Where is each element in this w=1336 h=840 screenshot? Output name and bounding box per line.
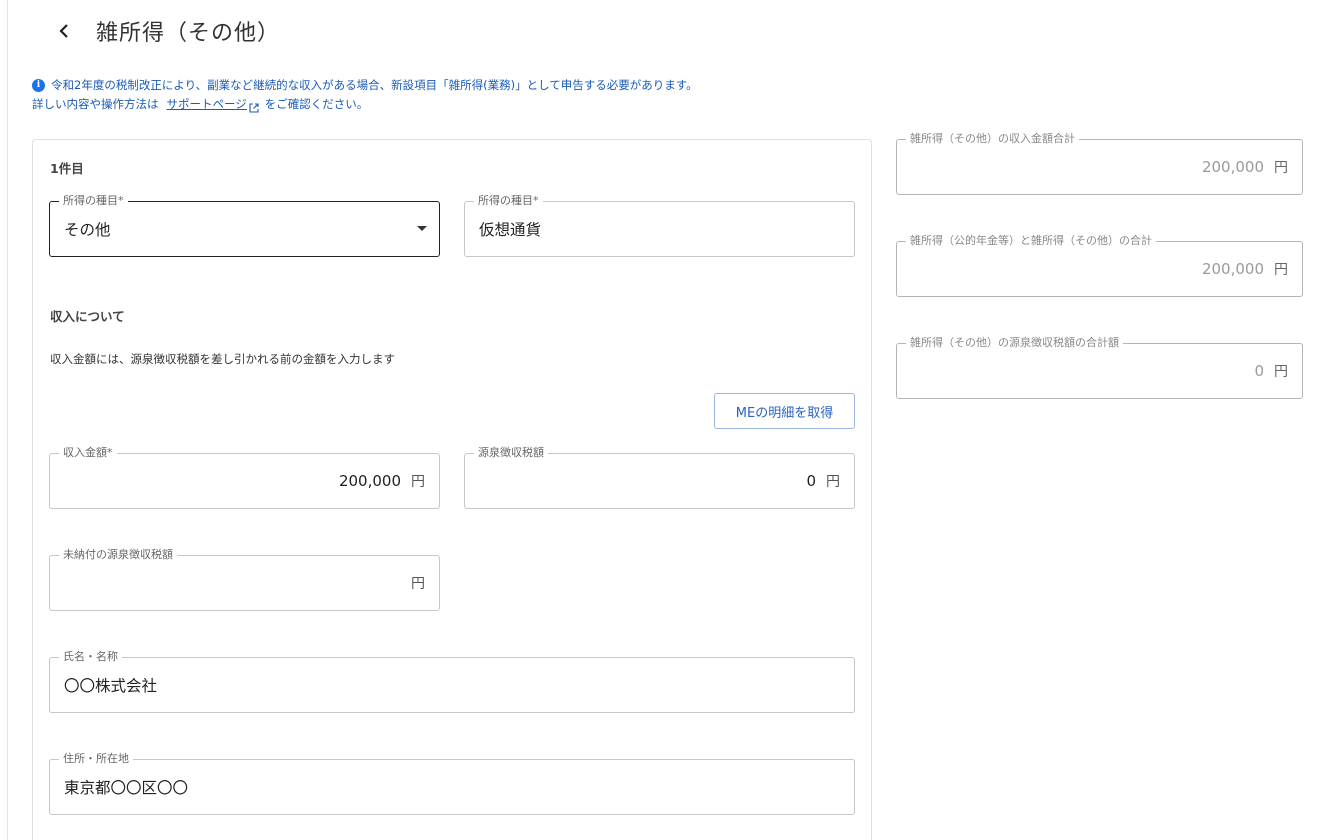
income-kind-input[interactable]: 所得の種目* 仮想通貨 (464, 194, 855, 257)
notice-text-2-prefix: 詳しい内容や操作方法は (32, 97, 159, 111)
withholding-total-field: 雑所得（その他）の源泉徴収税額の合計額 0 円 (896, 336, 1303, 399)
withholding-total-label: 雑所得（その他）の源泉徴収税額の合計額 (906, 336, 1123, 350)
income-kind-input-value: 仮想通貨 (479, 221, 542, 239)
yen-unit: 円 (411, 576, 425, 592)
revenue-amount-input[interactable]: 収入金額* 200,000 円 (49, 446, 440, 509)
caret-down-icon[interactable] (417, 226, 427, 231)
fetch-me-details-button[interactable]: MEの明細を取得 (714, 393, 855, 429)
unpaid-withholding-input[interactable]: 未納付の源泉徴収税額 円 (49, 548, 440, 611)
revenue-section-title: 収入について (50, 309, 125, 324)
yen-unit: 円 (826, 474, 840, 490)
income-entry-card: 1件目 所得の種目* その他 所得の種目* 仮想通貨 収入について 収入金額には… (32, 139, 872, 840)
notice-line-2: 詳しい内容や操作方法は サポートページ をご確認ください。 (32, 95, 698, 114)
combined-income-total-value: 200,000 (1201, 260, 1264, 278)
combined-income-total-label: 雑所得（公的年金等）と雑所得（その他）の合計 (906, 234, 1156, 248)
external-link-icon (249, 100, 259, 113)
payer-name-value: 〇〇株式会社 (64, 677, 158, 695)
chevron-left-icon[interactable] (50, 17, 78, 45)
notice-line-1: i 令和2年度の税制改正により、副業など継続的な収入がある場合、新設項目「雑所得… (32, 76, 698, 95)
page-header: 雑所得（その他） (50, 14, 280, 48)
other-income-total-label: 雑所得（その他）の収入金額合計 (906, 132, 1079, 146)
yen-unit: 円 (1274, 160, 1288, 176)
withholding-tax-input[interactable]: 源泉徴収税額 0 円 (464, 446, 855, 509)
unpaid-withholding-value-wrap: 円 (401, 556, 425, 610)
left-divider (7, 0, 8, 840)
notice-text-1: 令和2年度の税制改正により、副業など継続的な収入がある場合、新設項目「雑所得(業… (51, 78, 698, 92)
payer-name-input[interactable]: 氏名・名称 〇〇株式会社 (49, 650, 855, 713)
revenue-amount-value-wrap: 200,000 円 (339, 454, 425, 508)
payer-address-input[interactable]: 住所・所在地 東京都〇〇区〇〇 (49, 752, 855, 815)
withholding-total-value: 0 (1254, 362, 1264, 380)
notice-text-2-suffix: をご確認ください。 (264, 97, 369, 111)
revenue-section-description: 収入金額には、源泉徴収税額を差し引かれる前の金額を入力します (50, 352, 395, 366)
support-page-link[interactable]: サポートページ (167, 95, 247, 114)
other-income-total-field: 雑所得（その他）の収入金額合計 200,000 円 (896, 132, 1303, 195)
withholding-tax-value-wrap: 0 円 (806, 454, 840, 508)
withholding-total-value-wrap: 0 円 (1254, 344, 1288, 398)
withholding-tax-value: 0 (806, 472, 816, 490)
income-type-select[interactable]: 所得の種目* その他 (49, 194, 440, 257)
withholding-tax-label: 源泉徴収税額 (474, 446, 548, 460)
yen-unit: 円 (1274, 364, 1288, 380)
other-income-total-value: 200,000 (1201, 158, 1264, 176)
payer-address-value: 東京都〇〇区〇〇 (64, 779, 189, 797)
revenue-amount-label: 収入金額* (59, 446, 117, 460)
other-income-total-value-wrap: 200,000 円 (1202, 140, 1288, 194)
entry-title: 1件目 (50, 161, 84, 176)
tax-reform-notice: i 令和2年度の税制改正により、副業など継続的な収入がある場合、新設項目「雑所得… (32, 76, 698, 114)
combined-income-total-value-wrap: 200,000 円 (1202, 242, 1288, 296)
info-icon: i (32, 79, 45, 92)
unpaid-withholding-label: 未納付の源泉徴収税額 (59, 548, 177, 562)
combined-income-total-field: 雑所得（公的年金等）と雑所得（その他）の合計 200,000 円 (896, 234, 1303, 297)
income-type-select-value: その他 (64, 221, 111, 239)
yen-unit: 円 (411, 474, 425, 490)
yen-unit: 円 (1274, 262, 1288, 278)
revenue-amount-value: 200,000 (338, 472, 401, 490)
page-title: 雑所得（その他） (96, 21, 281, 46)
